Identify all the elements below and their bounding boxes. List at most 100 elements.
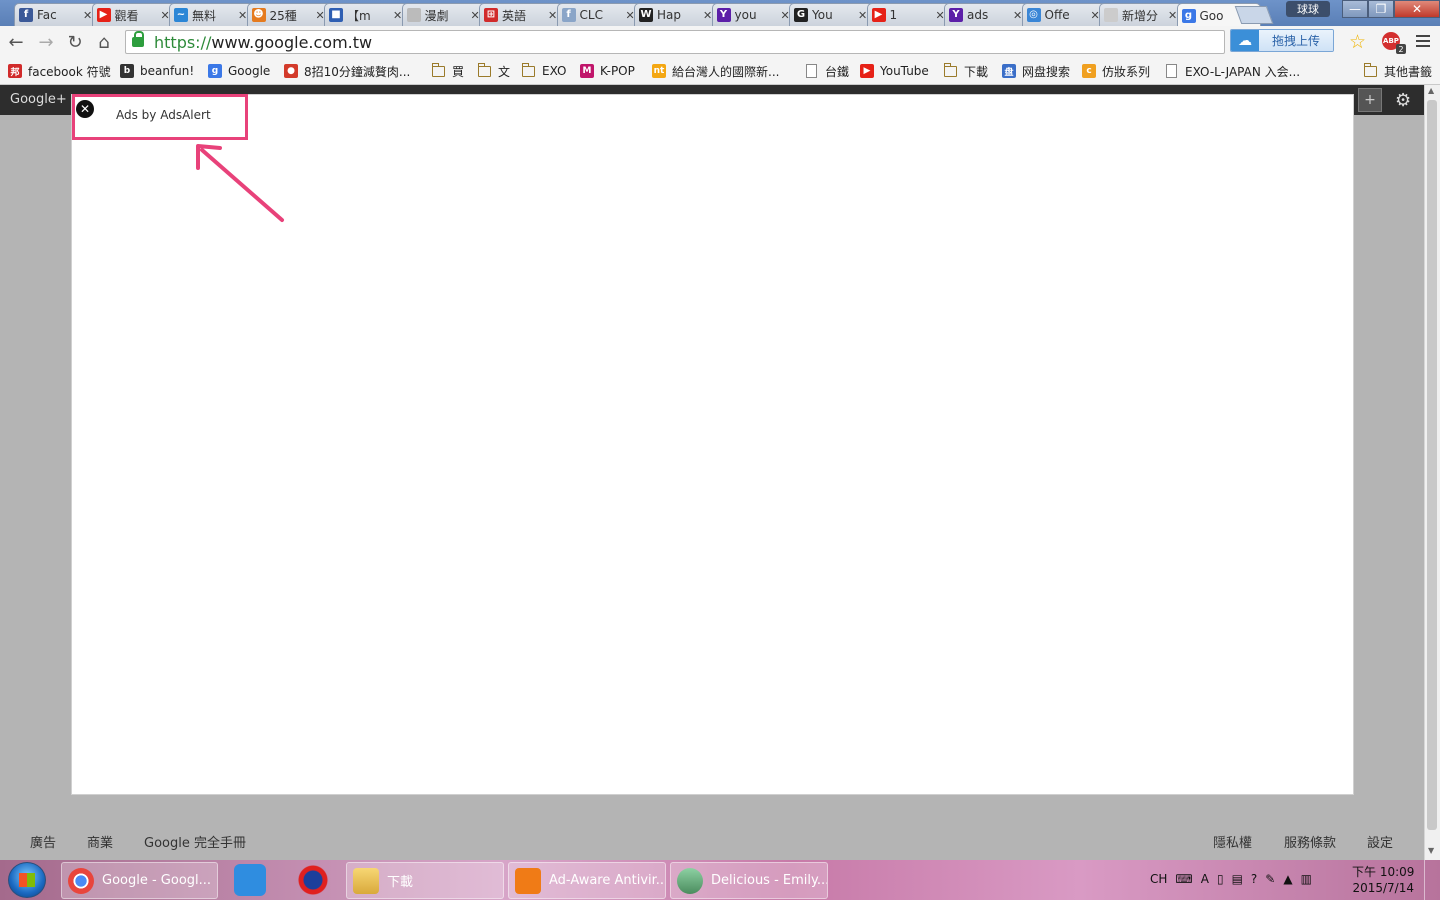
tray-app-icon[interactable]: ▤ [1232,872,1243,886]
bookmark-favicon-icon: M [580,64,594,78]
address-bar[interactable]: https://www.google.com.tw [125,30,1225,54]
gear-icon[interactable]: ⚙ [1395,90,1411,111]
tab-5[interactable]: 漫劇 ✕ [401,3,486,26]
tab-12[interactable]: Yads ✕ [944,3,1028,26]
footer-link-settings[interactable]: 設定 [1367,832,1393,851]
taskbar-chrome-label: Google - Googl... [102,873,212,888]
close-window-button[interactable]: ✕ [1394,0,1440,18]
scrollbar-thumb[interactable] [1427,100,1437,830]
google-plus-link[interactable]: Google+ [10,92,67,107]
network-icon[interactable]: ▥ [1301,872,1312,886]
tab-8[interactable]: W Hap ✕ [634,3,718,26]
bookmark-item[interactable]: b beanfun! [120,63,194,79]
minimize-button[interactable]: — [1342,0,1368,18]
window-icon[interactable]: ▯ [1217,872,1224,886]
chrome-icon [68,867,94,894]
tab-9[interactable]: Yyou ✕ [711,3,796,26]
clock[interactable]: 下午 10:09 2015/7/14 [1352,864,1414,896]
taskbar-chrome-button[interactable]: Google - Googl... [61,862,218,899]
bookmark-item[interactable]: EXO-L-JAPAN 入会... [1166,63,1300,79]
language-indicator[interactable]: CH [1150,872,1167,886]
tab-label: Offe [1044,8,1070,22]
tab-2[interactable]: ~ 無料 ✕ [169,3,253,26]
tab-14[interactable]: 新增分 ✕ [1099,3,1183,26]
gfriend-icon: G [794,8,808,22]
tab-0[interactable]: f Fac ✕ [14,3,98,26]
tab-13[interactable]: ◎ Offe ✕ [1021,3,1106,26]
upload-extension-button[interactable]: ☁ 拖拽上传 [1230,29,1334,52]
share-plus-button[interactable]: + [1358,88,1382,112]
footer-link-terms[interactable]: 服務條款 [1284,832,1336,851]
bookmark-favicon-icon: ▶ [860,64,874,78]
bookmark-item[interactable]: 盘网盘搜索 [1002,63,1070,79]
bookmark-item[interactable]: 文 [478,62,510,79]
footer-link-privacy[interactable]: 隱私權 [1213,832,1252,851]
bookmark-item[interactable]: g Google [208,63,270,79]
bookmark-item[interactable]: nt 給台灣人的國際新... [652,63,779,79]
tab-4[interactable]: ■ 【m ✕ [324,3,408,26]
bookmark-item[interactable]: 其他書籤 [1364,62,1433,79]
bookmark-item[interactable]: M K-POP [580,63,635,79]
tab-10[interactable]: G You ✕ [789,3,873,26]
show-desktop-button[interactable] [1424,860,1440,900]
bookmark-item[interactable]: 邦 facebook 符號 [8,63,111,79]
taskbar-game-button[interactable]: Delicious - Emily... [670,862,828,899]
wave-icon: W [639,8,653,22]
tab-6[interactable]: ⊞ 英語 ✕ [479,3,563,26]
footer-link-business[interactable]: 商業 [87,832,113,851]
tab-label: Fac [37,8,57,22]
tab-1[interactable]: ▶ 觀看 ✕ [91,3,176,26]
font-icon[interactable]: A [1201,872,1209,886]
pen-icon[interactable]: ✎ [1265,872,1275,886]
media-player-icon[interactable] [297,864,329,896]
home-icon[interactable]: ⌂ [94,33,114,53]
tab-11[interactable]: ▶ 1 ✕ [866,3,951,26]
bookmark-label: YouTube [880,64,929,78]
bookmark-item[interactable]: 台鐵 [806,63,849,79]
start-button[interactable] [8,862,46,898]
bookmark-item[interactable]: c 仿妝系列 [1082,63,1150,79]
folder-icon [478,62,491,77]
profile-button[interactable]: 球球 [1286,1,1330,17]
reload-icon[interactable]: ↻ [65,33,85,53]
bookmark-item[interactable]: ▶ YouTube [860,63,929,79]
bookmark-item[interactable]: 下載 [944,62,988,79]
tab-label: 漫劇 [424,8,449,23]
bookmark-label: 台鐵 [825,64,850,79]
taskbar-folder-button[interactable]: 下載 [346,862,504,899]
ad-label[interactable]: Ads by AdsAlert [116,108,211,122]
bookmark-item[interactable]: EXO [522,62,566,79]
scroll-up-icon[interactable]: ▲ [1428,86,1434,95]
tab-label: 觀看 [114,8,139,23]
maximize-button[interactable]: ❐ [1368,0,1394,18]
bookmark-item[interactable]: 買 [432,62,464,79]
url-text[interactable]: https://www.google.com.tw [154,33,372,52]
back-arrow-icon[interactable]: ← [6,33,26,53]
ime-icon[interactable]: ⌨ [1175,872,1192,886]
bookmark-favicon-icon: g [208,64,222,78]
bookmark-label: 其他書籤 [1384,64,1433,79]
footer-link-about[interactable]: Google 完全手冊 [144,832,246,851]
footer-link-ads[interactable]: 廣告 [30,832,56,851]
ad-close-icon[interactable]: ✕ [76,100,94,118]
tab-label: CLC [579,8,603,22]
scroll-down-icon[interactable]: ▼ [1428,846,1434,855]
menu-icon[interactable] [1416,33,1430,50]
tab-7[interactable]: f CLC ✕ [556,3,641,26]
tab-label: You [812,8,833,22]
expand-tray-icon[interactable]: ▲ [1283,872,1292,886]
bookmark-favicon-icon: ● [284,64,298,78]
google-icon: g [1181,8,1196,23]
tab-3[interactable]: ☻ 25種 ✕ [246,3,331,26]
help-icon[interactable]: ? [1251,872,1257,886]
url-scheme: https:// [154,32,212,52]
bookmark-label: EXO-L-JAPAN 入会... [1185,64,1301,79]
taskbar-adaware-button[interactable]: Ad-Aware Antivir... [508,862,666,899]
bookmark-star-icon[interactable]: ☆ [1349,31,1366,53]
cloud-app-icon[interactable] [234,864,266,896]
url-host: www.google.com.tw [211,32,373,52]
new-tab-button[interactable] [1234,6,1274,24]
bookmark-item[interactable]: ● 8招10分鐘減贅肉... [284,63,410,79]
forward-arrow-icon[interactable]: → [36,33,56,53]
tab-label: 1 [889,8,898,22]
